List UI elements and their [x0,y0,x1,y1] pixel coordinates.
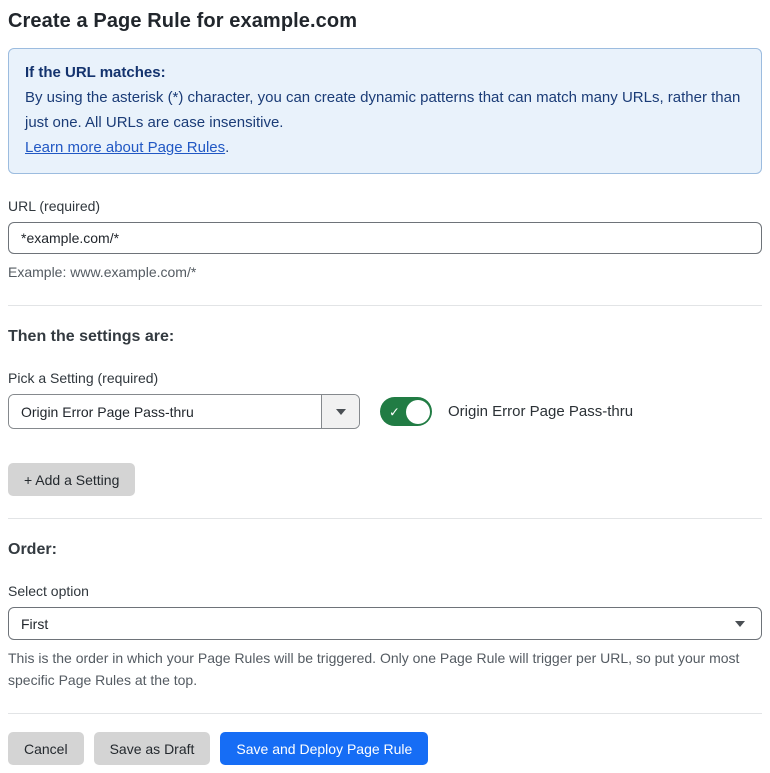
check-icon: ✓ [389,404,400,419]
save-and-deploy-button[interactable]: Save and Deploy Page Rule [220,732,429,765]
learn-more-link[interactable]: Learn more about Page Rules [25,139,225,156]
divider [8,518,762,519]
url-field-label: URL (required) [8,198,101,214]
order-select[interactable]: First [8,607,762,640]
footer-actions: Cancel Save as Draft Save and Deploy Pag… [8,732,762,765]
url-example-helper: Example: www.example.com/* [8,264,197,280]
setting-toggle-label: Origin Error Page Pass-thru [448,403,634,420]
url-input[interactable] [8,222,762,254]
pick-setting-label: Pick a Setting (required) [8,370,159,386]
setting-select-arrow-button[interactable] [321,395,359,428]
settings-section-heading: Then the settings are: [8,328,175,345]
chevron-down-icon [335,408,346,415]
divider [8,305,762,306]
page-title: Create a Page Rule for example.com [8,10,358,32]
setting-row: Origin Error Page Pass-thru ✓ Origin Err… [8,394,762,429]
order-helper-text: This is the order in which your Page Rul… [8,650,740,688]
info-box-link-line: Learn more about Page Rules. [25,135,745,160]
setting-select-value: Origin Error Page Pass-thru [9,395,321,428]
url-match-info-box: If the URL matches: By using the asteris… [8,48,762,174]
order-section-heading: Order: [8,541,57,558]
cancel-button[interactable]: Cancel [8,732,84,765]
save-as-draft-button[interactable]: Save as Draft [93,732,211,765]
link-suffix: . [225,139,230,156]
chevron-down-icon [735,620,745,627]
order-select-label: Select option [8,583,89,599]
order-select-value: First [21,615,49,632]
add-setting-button[interactable]: + Add a Setting [8,463,136,496]
setting-select[interactable]: Origin Error Page Pass-thru [8,394,360,429]
info-box-heading: If the URL matches: [25,64,166,81]
setting-toggle[interactable]: ✓ [380,397,432,426]
toggle-knob [405,399,430,424]
divider [8,713,762,714]
info-box-body: By using the asterisk (*) character, you… [25,89,741,131]
